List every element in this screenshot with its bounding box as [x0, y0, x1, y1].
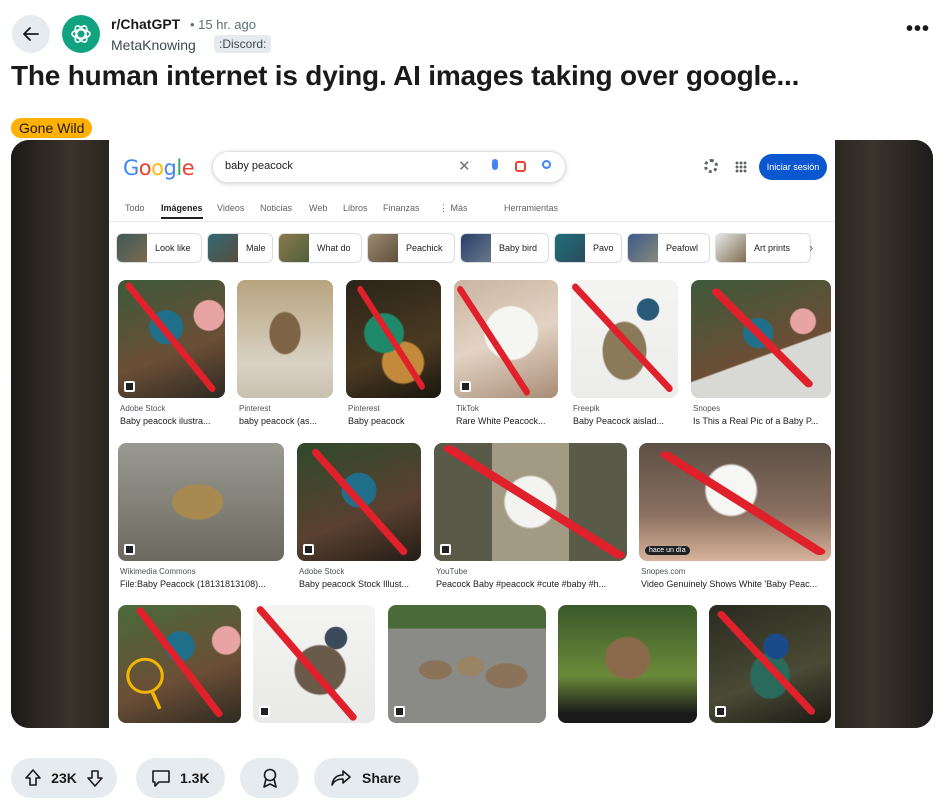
chip: Look like — [116, 233, 202, 263]
google-tab: Noticias — [260, 203, 293, 213]
google-tab: Libros — [343, 203, 368, 213]
apps-grid-icon — [735, 161, 747, 173]
chip: Peafowl — [627, 233, 710, 263]
post-flair[interactable]: Gone Wild — [11, 118, 93, 138]
vote-pill: 23K — [11, 758, 117, 798]
share-label: Share — [362, 770, 401, 786]
comment-count: 1.3K — [180, 770, 210, 786]
mic-icon — [492, 159, 498, 170]
chip: Art prints — [715, 233, 811, 263]
post-title: The human internet is dying. AI images t… — [11, 60, 800, 91]
more-options-icon[interactable]: ••• — [906, 19, 930, 39]
author-name[interactable]: MetaKnowing — [111, 37, 196, 53]
comment-icon — [152, 770, 170, 787]
google-tab: Finanzas — [383, 203, 420, 213]
google-logo: Google — [123, 156, 195, 180]
google-screenshot: Google baby peacock ✕ Iniciar sesión Tod… — [109, 140, 835, 728]
signin-button: Iniciar sesión — [759, 154, 827, 180]
chip: Baby bird — [460, 233, 549, 263]
share-icon — [331, 770, 351, 786]
gear-icon — [704, 159, 718, 173]
clear-icon: ✕ — [458, 158, 471, 175]
author-flair: :Discord: — [214, 35, 272, 53]
subreddit-name[interactable]: r/ChatGPT — [111, 16, 180, 32]
google-search-box: baby peacock — [212, 151, 566, 183]
openai-logo-icon — [71, 25, 91, 43]
image-blur-right — [833, 140, 933, 728]
downvote-icon[interactable] — [85, 768, 105, 788]
chip: Peachick — [367, 233, 455, 263]
chip: Male — [207, 233, 273, 263]
google-tab: Todo — [125, 203, 145, 213]
search-icon — [542, 160, 551, 169]
share-button[interactable]: Share — [314, 758, 419, 798]
vote-count: 23K — [51, 770, 77, 786]
post-age: • 15 hr. ago — [190, 17, 256, 32]
chip: What do — [278, 233, 362, 263]
back-button[interactable] — [12, 15, 50, 53]
award-button[interactable] — [240, 758, 299, 798]
image-blur-left — [11, 140, 109, 728]
arrow-left-icon — [23, 27, 39, 41]
google-tab: Herramientas — [504, 203, 559, 213]
award-icon — [262, 768, 277, 788]
lens-icon — [515, 161, 526, 172]
google-tab-active: Imágenes — [161, 203, 203, 219]
google-tab: Web — [309, 203, 328, 213]
google-tab: Videos — [217, 203, 245, 213]
post-image[interactable]: Google baby peacock ✕ Iniciar sesión Tod… — [11, 140, 933, 728]
google-tab: ⋮ Más — [439, 203, 468, 213]
upvote-icon[interactable] — [23, 768, 43, 788]
google-tabs: Todo Imágenes Videos Noticias Web Libros… — [109, 200, 835, 222]
chip: Pavo — [554, 233, 622, 263]
subreddit-avatar[interactable] — [62, 15, 100, 53]
comments-button[interactable]: 1.3K — [136, 758, 225, 798]
chevron-right-icon: › — [809, 240, 814, 255]
